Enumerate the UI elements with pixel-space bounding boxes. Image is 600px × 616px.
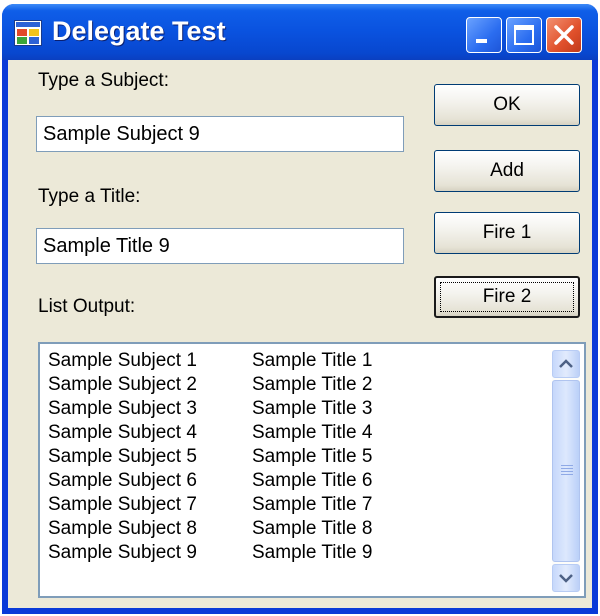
list-output-label: List Output: [38,296,136,317]
list-item-subject: Sample Subject 7 [48,494,197,515]
list-item-title: Sample Title 1 [252,350,373,371]
thumb-grip-line [561,465,573,466]
fire2-button[interactable]: Fire 2 [434,276,580,318]
maximize-button[interactable] [506,17,542,53]
app-window: Delegate Test Type a Subject: Type a Tit… [2,4,598,614]
minimize-icon [476,39,487,43]
list-item-subject: Sample Subject 9 [48,542,197,563]
list-item-title: Sample Title 8 [252,518,373,539]
list-item-title: Sample Title 9 [252,542,373,563]
fire2-button-label: Fire 2 [482,286,532,307]
list-item-subject: Sample Subject 3 [48,398,197,419]
output-listbox[interactable]: Sample Subject 1 Sample Title 1 Sample Sub… [38,342,586,598]
list-item-title: Sample Title 5 [252,446,373,467]
title-bar[interactable]: Delegate Test [2,4,598,60]
windows-form-icon [14,20,42,46]
list-item-subject: Sample Subject 8 [48,518,197,539]
list-item-title: Sample Title 2 [252,374,373,395]
ok-button[interactable]: OK [434,84,580,126]
title-input[interactable] [36,228,404,264]
scroll-thumb[interactable] [552,380,580,562]
list-item-subject: Sample Subject 1 [48,350,197,371]
chevron-up-icon [559,359,573,368]
list-item-subject: Sample Subject 6 [48,470,197,491]
minimize-button[interactable] [466,17,502,53]
scroll-up-button[interactable] [552,350,580,378]
list-item-subject: Sample Subject 2 [48,374,197,395]
window-title: Delegate Test [52,16,226,46]
maximize-icon [514,25,534,45]
list-item-title: Sample Title 6 [252,470,373,491]
form-client-area: Type a Subject: Type a Title: List Outpu… [8,60,592,608]
list-item-title: Sample Title 3 [252,398,373,419]
thumb-grip-line [561,474,573,475]
title-label: Type a Title: [38,186,141,207]
close-icon [554,25,574,45]
list-item-subject: Sample Subject 5 [48,446,197,467]
list-item-title: Sample Title 4 [252,422,373,443]
add-button[interactable]: Add [434,150,580,192]
list-item-subject: Sample Subject 4 [48,422,197,443]
scroll-down-button[interactable] [552,564,580,592]
thumb-grip-line [561,468,573,469]
close-button[interactable] [546,17,582,53]
chevron-down-icon [559,574,573,583]
subject-input[interactable] [36,116,404,152]
list-item-title: Sample Title 7 [252,494,373,515]
subject-label: Type a Subject: [38,70,169,91]
thumb-grip-line [561,471,573,472]
vertical-scrollbar[interactable] [552,350,580,592]
fire1-button[interactable]: Fire 1 [434,212,580,254]
